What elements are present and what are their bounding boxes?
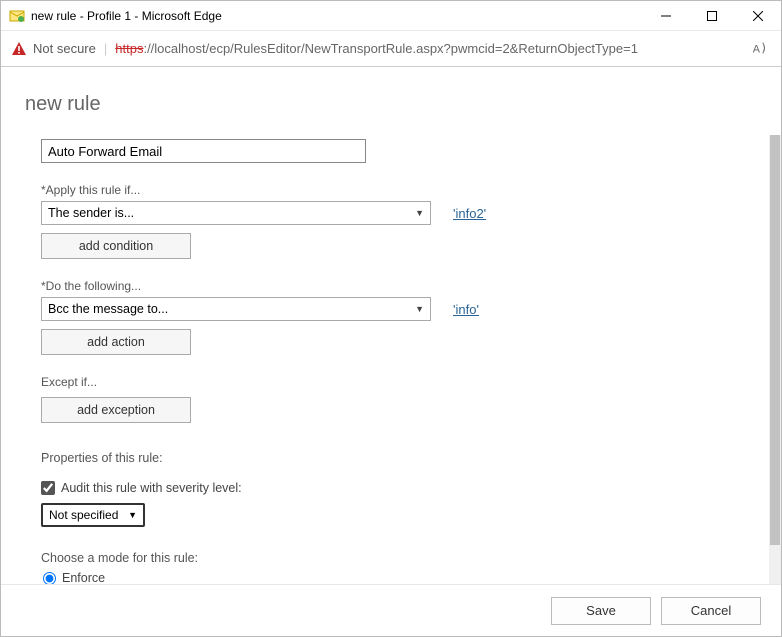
scrollbar-track[interactable] [769, 135, 781, 584]
dialog-footer: Save Cancel [1, 584, 781, 636]
do-following-link[interactable]: 'info' [453, 302, 479, 317]
severity-dropdown[interactable]: Not specified ▼ [41, 503, 145, 527]
read-aloud-icon[interactable]: A [751, 39, 771, 59]
properties-label: Properties of this rule: [41, 451, 745, 465]
chevron-down-icon: ▼ [128, 510, 137, 520]
form-scroll-region: *Apply this rule if... The sender is... … [1, 135, 769, 584]
window-title: new rule - Profile 1 - Microsoft Edge [31, 9, 643, 23]
audit-label: Audit this rule with severity level: [61, 481, 242, 495]
apply-if-value: The sender is... [48, 206, 134, 220]
mode-label: Choose a mode for this rule: [41, 551, 745, 565]
page-title: new rule [1, 67, 781, 136]
mode-enforce-row[interactable]: Enforce [43, 571, 745, 584]
apply-if-link[interactable]: 'info2' [453, 206, 486, 221]
apply-if-dropdown[interactable]: The sender is... ▼ [41, 201, 431, 225]
address-bar: Not secure | https://localhost/ecp/Rules… [1, 31, 781, 67]
mode-enforce-label: Enforce [62, 571, 105, 584]
minimize-button[interactable] [643, 1, 689, 30]
add-action-button[interactable]: add action [41, 329, 191, 355]
severity-value: Not specified [49, 508, 118, 522]
window-controls [643, 1, 781, 30]
audit-checkbox-row[interactable]: Audit this rule with severity level: [41, 481, 745, 495]
chevron-down-icon: ▼ [415, 208, 424, 218]
window-titlebar: new rule - Profile 1 - Microsoft Edge [1, 1, 781, 31]
url-path: ://localhost/ecp/RulesEditor/NewTranspor… [143, 41, 637, 56]
do-following-value: Bcc the message to... [48, 302, 168, 316]
save-button[interactable]: Save [551, 597, 651, 625]
url-scheme: https [115, 41, 143, 56]
svg-text:A: A [753, 43, 761, 55]
except-if-label: Except if... [41, 375, 745, 389]
warning-icon [11, 41, 27, 57]
scrollbar-thumb[interactable] [770, 135, 780, 545]
chevron-down-icon: ▼ [415, 304, 424, 314]
rule-name-input[interactable] [41, 139, 366, 163]
add-exception-button[interactable]: add exception [41, 397, 191, 423]
address-separator: | [104, 41, 107, 56]
do-following-label: *Do the following... [41, 279, 745, 293]
apply-if-label: *Apply this rule if... [41, 183, 745, 197]
url-display[interactable]: https://localhost/ecp/RulesEditor/NewTra… [115, 41, 743, 56]
app-icon [9, 8, 25, 24]
mode-enforce-radio[interactable] [43, 572, 56, 585]
cancel-button[interactable]: Cancel [661, 597, 761, 625]
do-following-dropdown[interactable]: Bcc the message to... ▼ [41, 297, 431, 321]
close-button[interactable] [735, 1, 781, 30]
maximize-button[interactable] [689, 1, 735, 30]
content-area: new rule *Apply this rule if... The send… [1, 67, 781, 636]
add-condition-button[interactable]: add condition [41, 233, 191, 259]
not-secure-text: Not secure [33, 41, 96, 56]
audit-checkbox[interactable] [41, 481, 55, 495]
not-secure-indicator[interactable]: Not secure [11, 41, 96, 57]
